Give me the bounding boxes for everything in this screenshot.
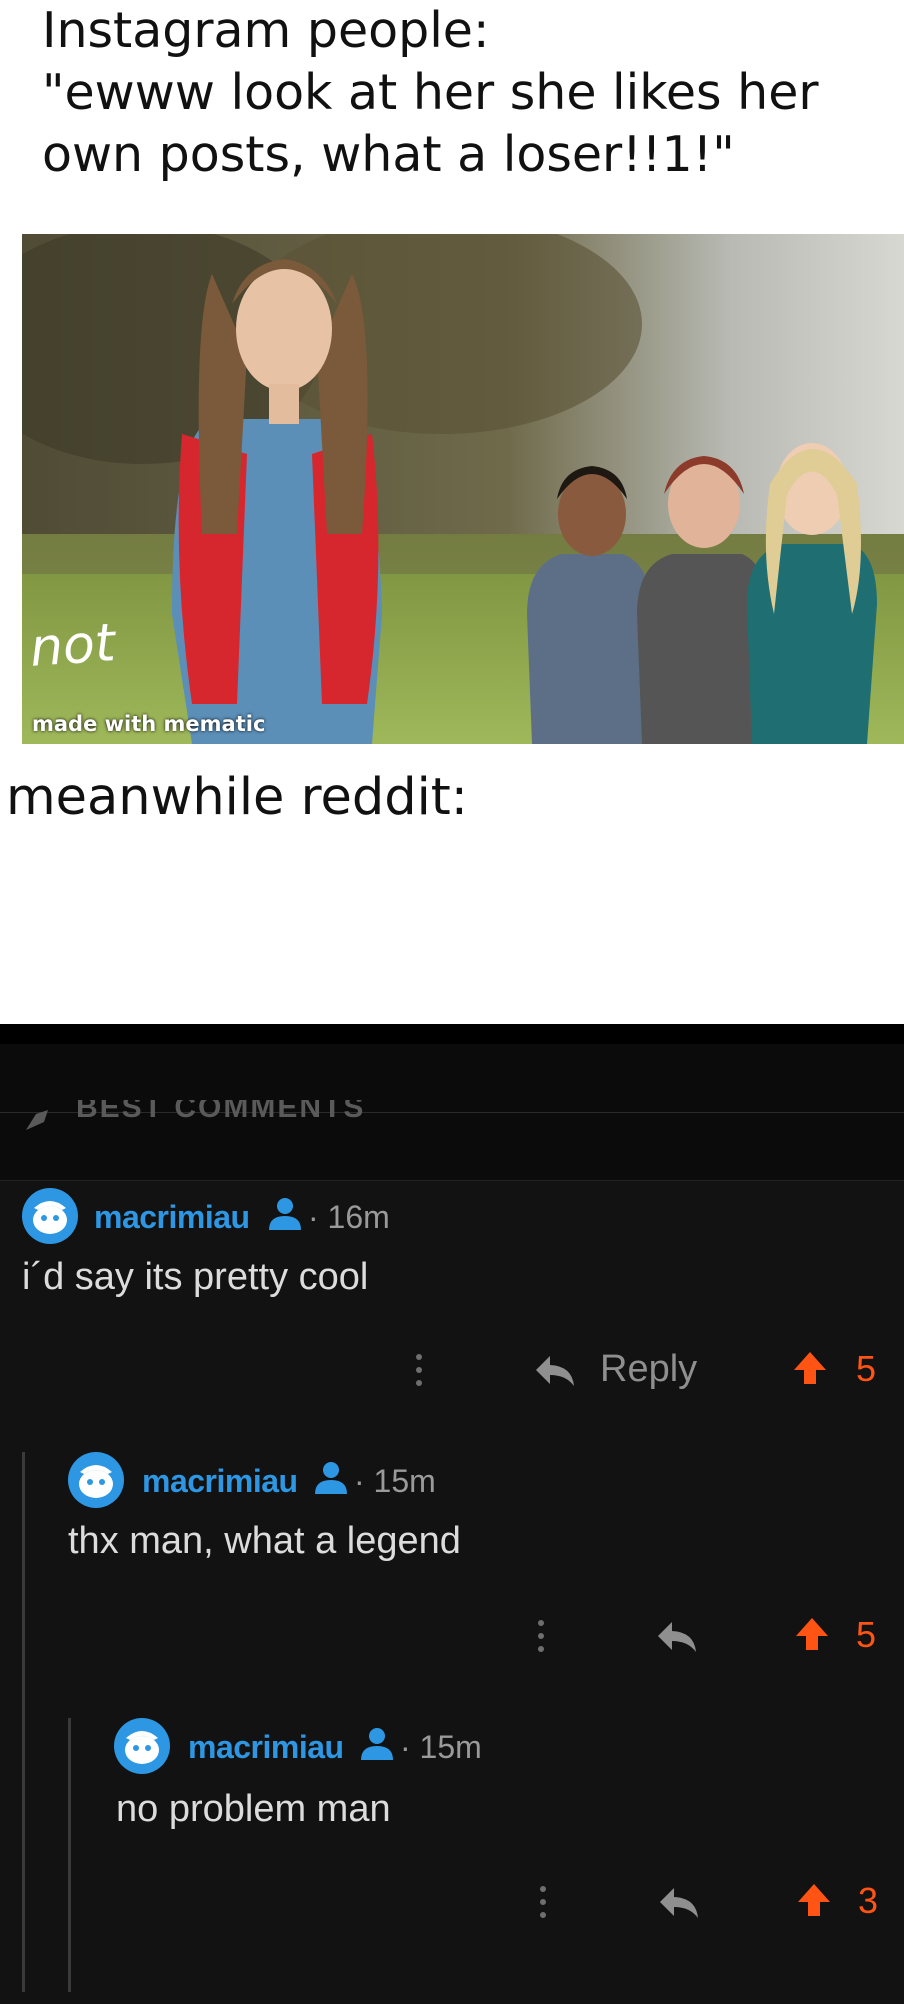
score: 3: [858, 1880, 879, 1921]
user-icon: [361, 1728, 393, 1760]
girl-figure: [172, 259, 382, 744]
photo-illustration: [22, 234, 904, 744]
timestamp: · 15m: [400, 1729, 482, 1765]
meme-photo: [22, 234, 904, 744]
avatar[interactable]: [114, 1718, 170, 1774]
top-caption: Instagram people: "ewww look at her she …: [42, 0, 862, 186]
comment-3: macrimiau · 15m no problem man 3: [0, 1024, 904, 2004]
middle-caption: meanwhile reddit:: [6, 768, 468, 827]
reddit-screenshot: BEST COMMENTS macrimiau · 16m i´d say it…: [0, 1024, 904, 2004]
username[interactable]: macrimiau: [188, 1729, 344, 1766]
upvote-icon[interactable]: [796, 1882, 832, 1918]
mematic-watermark: made with mematic: [32, 712, 266, 736]
group-figures: [527, 443, 877, 744]
handwritten-scribble: not: [28, 613, 118, 679]
comment-body: no problem man: [116, 1788, 391, 1830]
reply-icon[interactable]: [658, 1886, 700, 1920]
more-options-icon[interactable]: [540, 1886, 546, 1925]
snoo-avatar-icon: [125, 1731, 159, 1764]
caption-line-1: Instagram people:: [42, 2, 490, 59]
caption-line-3: own posts, what a loser!!1!": [42, 126, 735, 183]
caption-line-2: "ewww look at her she likes her: [42, 64, 819, 121]
